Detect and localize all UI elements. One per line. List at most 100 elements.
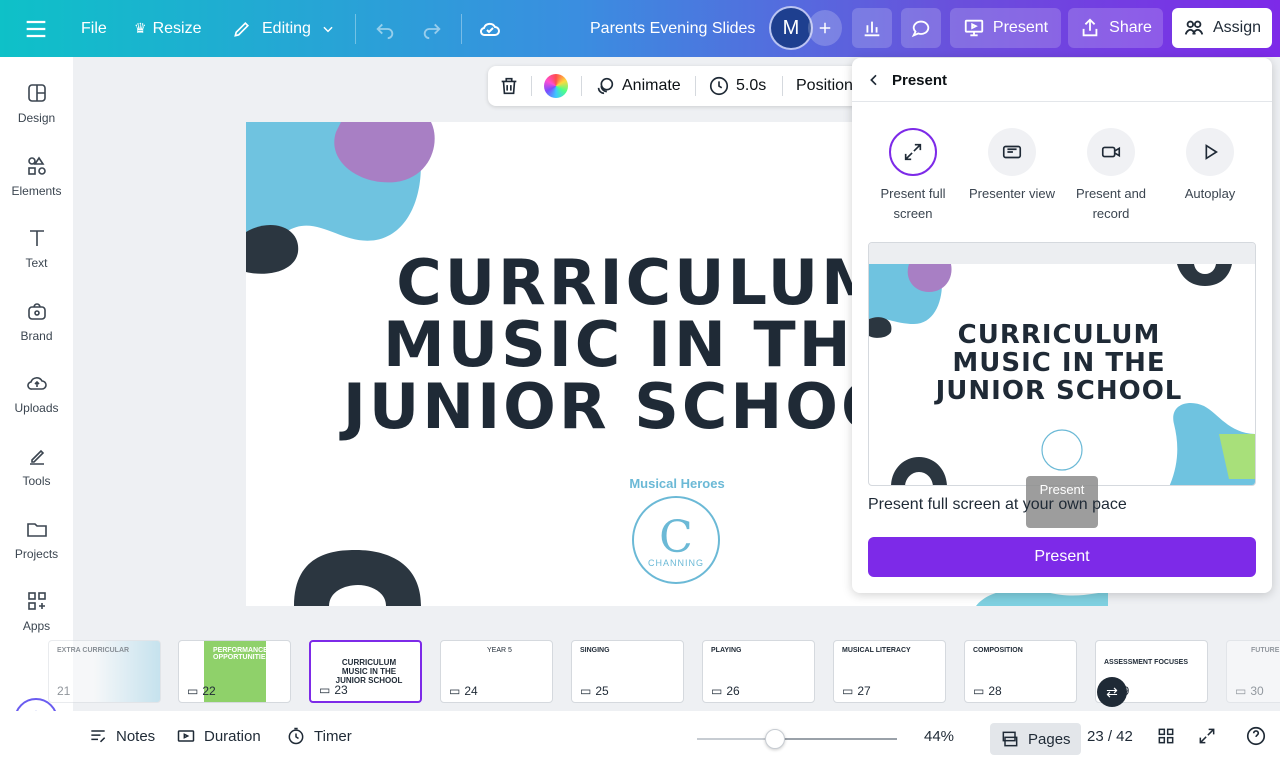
bottom-bar: Notes Duration Timer 44% Pages 23 / 42 xyxy=(0,711,1280,761)
document-title[interactable]: Parents Evening Slides xyxy=(590,0,755,57)
sidebar-item-label: Apps xyxy=(22,619,51,633)
sidebar-item-tools[interactable]: Tools xyxy=(0,432,73,502)
pages-label: Pages xyxy=(1028,730,1071,748)
sidebar-item-label: Brand xyxy=(20,329,53,343)
notes-button[interactable]: Notes xyxy=(88,711,155,761)
assign-button[interactable]: Assign xyxy=(1172,8,1272,48)
divider xyxy=(782,76,783,96)
musical-heroes-logo[interactable]: C CHANNING Musical Heroes xyxy=(616,474,736,594)
sidebar-item-label: Text xyxy=(25,256,48,270)
share-icon xyxy=(1082,18,1098,37)
present-panel-header[interactable]: Present xyxy=(866,68,947,92)
slide-icon: ▭ xyxy=(449,684,461,698)
divider xyxy=(355,14,356,44)
thumbnail-number: ▭ 22 xyxy=(187,684,216,698)
position-button[interactable]: Position xyxy=(796,66,853,106)
zoom-slider[interactable] xyxy=(697,729,897,749)
crown-icon: ♛ xyxy=(134,20,147,36)
text-icon xyxy=(29,230,44,246)
zoom-slider-track xyxy=(775,738,897,740)
more-options-icon: ⇄ xyxy=(1106,683,1118,700)
color-picker-swatch[interactable] xyxy=(544,74,568,98)
zoom-level[interactable]: 44% xyxy=(924,711,954,761)
cloud-saved-icon[interactable] xyxy=(478,0,502,57)
element-toolbar: Animate 5.0s Position xyxy=(488,66,860,106)
redo-icon[interactable] xyxy=(421,0,443,57)
page-thumbnail[interactable]: MUSICAL LITERACY ▭ 27 xyxy=(833,640,946,703)
animate-button[interactable]: Animate xyxy=(594,66,681,106)
pages-button[interactable]: Pages xyxy=(990,723,1081,755)
logo-ring: C CHANNING xyxy=(632,496,720,584)
present-confirm-button[interactable]: Present xyxy=(868,537,1256,577)
sidebar-item-label: Design xyxy=(17,111,56,125)
page-options-button[interactable]: ⇄ xyxy=(1097,677,1127,707)
fullscreen-expand-icon[interactable] xyxy=(1197,711,1217,761)
thumbnail-title: PLAYING xyxy=(711,647,742,654)
present-label: Present xyxy=(992,19,1049,36)
undo-icon[interactable] xyxy=(374,0,396,57)
sidebar-item-text[interactable]: Text xyxy=(0,214,73,284)
sidebar-item-elements[interactable]: Elements xyxy=(0,142,73,212)
page-thumbnail[interactable]: SINGING ▭ 25 xyxy=(571,640,684,703)
menu-icon[interactable] xyxy=(22,0,50,57)
page-thumbnail[interactable]: PERFORMANCE OPPORTUNITIES ▭ 22 xyxy=(178,640,291,703)
option-present-full-screen[interactable]: Present full screen xyxy=(868,128,958,224)
record-icon xyxy=(1087,128,1135,176)
sidebar-item-design[interactable]: Design xyxy=(0,69,73,139)
slide-icon: ▭ xyxy=(187,684,199,698)
avatar[interactable]: M xyxy=(771,8,811,48)
help-icon[interactable] xyxy=(1245,711,1267,761)
insights-button[interactable] xyxy=(852,8,892,48)
file-menu[interactable]: File xyxy=(81,0,107,57)
play-icon xyxy=(1186,128,1234,176)
editing-mode-dropdown[interactable]: Editing xyxy=(232,0,335,57)
thumbnail-title: MUSICAL LITERACY xyxy=(842,647,911,654)
timer-button[interactable]: Timer xyxy=(286,711,352,761)
thumbnail-number: ▭ 25 xyxy=(580,684,609,698)
assign-label: Assign xyxy=(1212,19,1262,36)
zoom-slider-handle[interactable] xyxy=(765,729,785,749)
sidebar-item-label: Elements xyxy=(11,184,62,198)
slide-icon: ▭ xyxy=(973,684,985,698)
duration-toggle[interactable]: Duration xyxy=(176,711,261,761)
resize-button[interactable]: ♛ Resize xyxy=(134,0,201,57)
sidebar-item-apps[interactable]: Apps xyxy=(0,577,73,647)
trash-icon[interactable] xyxy=(498,75,520,102)
page-counter[interactable]: 23 / 42 xyxy=(1087,711,1133,761)
clock-icon xyxy=(709,76,729,96)
page-thumbnail-active[interactable]: CURRICULUM MUSIC IN THE JUNIOR SCHOOL ▭ 2… xyxy=(309,640,422,703)
sidebar-item-projects[interactable]: Projects xyxy=(0,505,73,575)
sidebar-item-uploads[interactable]: Uploads xyxy=(0,359,73,429)
page-thumbnail[interactable]: YEAR 5 ▭ 24 xyxy=(440,640,553,703)
duration-button[interactable]: 5.0s xyxy=(708,66,766,106)
share-button[interactable]: Share xyxy=(1068,8,1163,48)
sidebar-item-brand[interactable]: Brand xyxy=(0,287,73,357)
page-thumbnail[interactable]: EXTRA CURRICULAR 21 xyxy=(48,640,161,703)
option-presenter-view[interactable]: Presenter view xyxy=(967,128,1057,204)
add-collaborator-button[interactable] xyxy=(808,10,842,46)
page-thumbnail[interactable]: FUTURE ▭ 30 xyxy=(1226,640,1280,703)
page-filmstrip: EXTRA CURRICULAR 21 PERFORMANCE OPPORTUN… xyxy=(48,631,1280,711)
thumbnail-title: YEAR 5 xyxy=(487,647,512,654)
chevron-left-icon xyxy=(870,74,877,86)
page-thumbnail[interactable]: PLAYING ▭ 26 xyxy=(702,640,815,703)
tooltip-label: Present xyxy=(1039,482,1085,497)
plus-icon xyxy=(819,22,831,34)
present-button[interactable]: Present xyxy=(950,8,1061,48)
divider xyxy=(531,76,532,96)
elements-icon xyxy=(27,156,46,175)
preview-title: CURRICULUM MUSIC IN THE JUNIOR SCHOOL xyxy=(899,321,1219,405)
option-autoplay[interactable]: Autoplay xyxy=(1165,128,1255,204)
present-panel: Present Present full screen Presenter vi… xyxy=(852,58,1272,593)
page-thumbnail[interactable]: COMPOSITION ▭ 28 xyxy=(964,640,1077,703)
comments-button[interactable] xyxy=(901,8,941,48)
resize-label: Resize xyxy=(152,19,202,37)
sidebar-item-label: Tools xyxy=(22,474,51,488)
preview-title-line: MUSIC IN THE xyxy=(952,348,1166,378)
thumbnail-title: ASSESSMENT FOCUSES xyxy=(1104,659,1189,666)
grid-view-icon[interactable] xyxy=(1156,711,1176,761)
logo-letter: C xyxy=(659,512,693,563)
option-present-and-record[interactable]: Present and record xyxy=(1066,128,1156,224)
thumbnail-title: FUTURE xyxy=(1251,647,1280,654)
duration-icon xyxy=(177,730,195,742)
